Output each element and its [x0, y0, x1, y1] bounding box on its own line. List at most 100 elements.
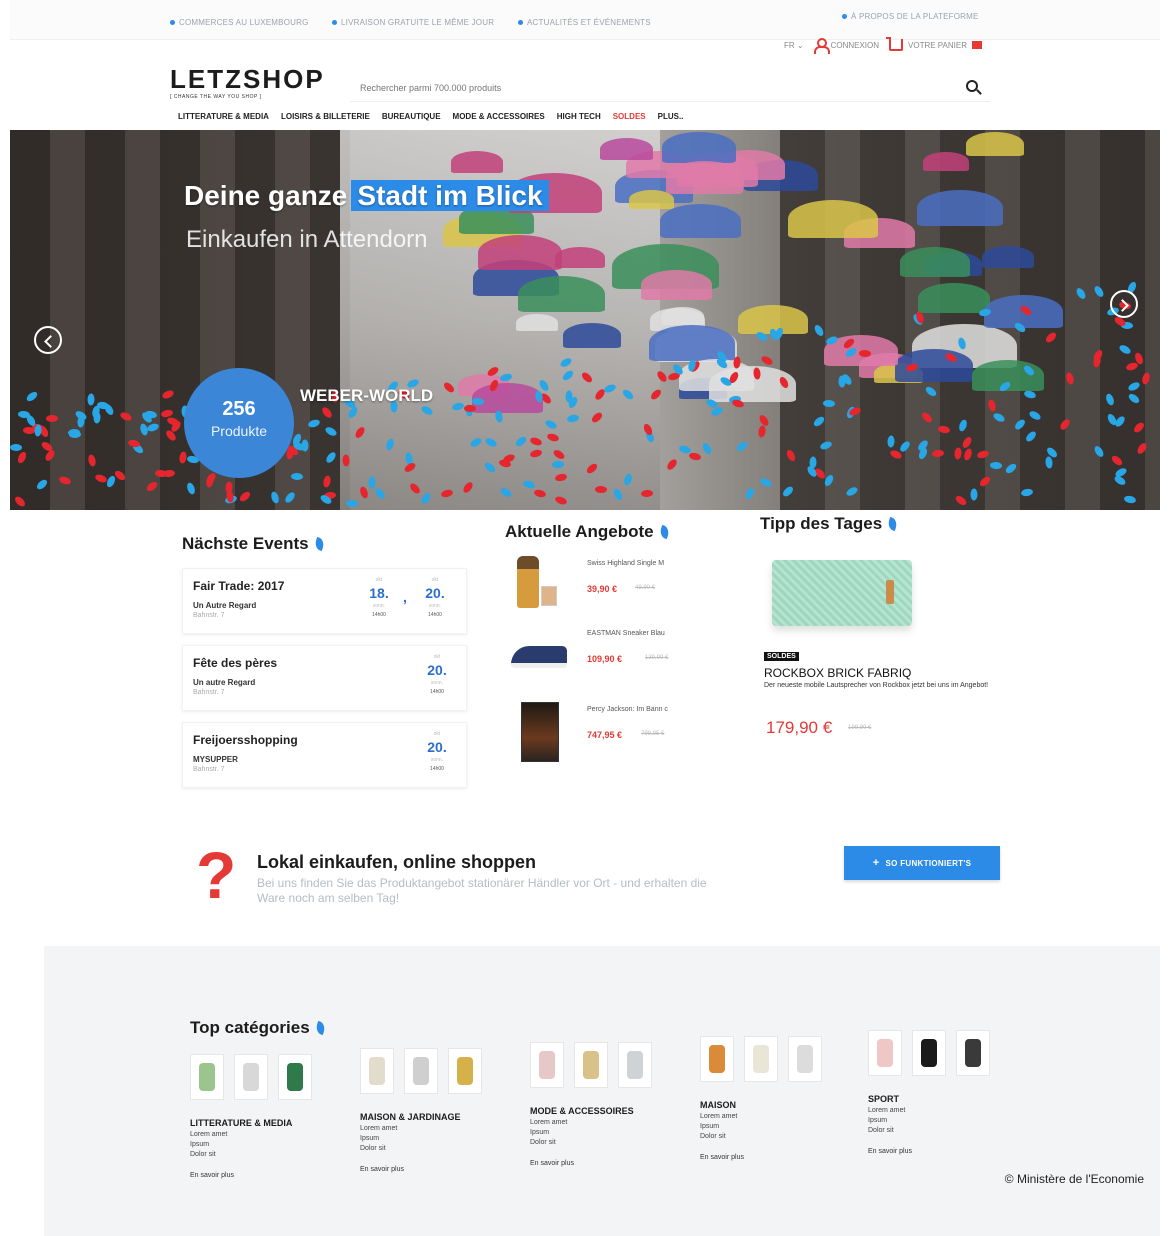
event-card[interactable]: Fair Trade: 2017 Un Autre Regard Bahnstr… — [182, 568, 467, 634]
event-day: 20. — [427, 662, 447, 678]
language-selector[interactable]: FR ⌄ — [784, 41, 804, 50]
event-title: Fête des pères — [193, 656, 278, 670]
nav-item-high-tech[interactable]: HIGH TECH — [557, 112, 601, 121]
hero-next-arrow-icon[interactable] — [1110, 290, 1138, 318]
offer-item[interactable]: EASTMAN Sneaker Blau 109,90 € 139,90 € — [505, 624, 725, 688]
category-line[interactable]: Dolor sit — [190, 1151, 340, 1158]
glass-icon — [541, 586, 557, 606]
offer-image-whisky — [509, 556, 565, 612]
category-images — [190, 1052, 340, 1100]
category-line[interactable]: Ipsum — [190, 1141, 340, 1148]
category-more-link[interactable]: En savoir plus — [190, 1172, 340, 1179]
confetti-dot — [345, 499, 358, 508]
category-more-link[interactable]: En savoir plus — [700, 1154, 850, 1161]
top-link-a-propos[interactable]: À PROPOS DE LA PLATEFORME — [842, 12, 979, 21]
offer-item[interactable]: Swiss Highland Single M 39,90 € 49,90 € — [505, 554, 725, 618]
category-line[interactable]: Lorem amet — [530, 1119, 680, 1126]
category-thumb — [448, 1048, 482, 1094]
confetti-dot — [688, 452, 702, 462]
event-card[interactable]: Fête des pères Un autre Regard Bahnstr. … — [182, 645, 467, 711]
event-card[interactable]: Freijoersshopping MYSUPPER Bahnstr. 7 ok… — [182, 722, 467, 788]
hero-title-part1: Deine ganze — [184, 180, 348, 211]
top-link-label: ACTUALITÉS ET ÉVÉNEMENTS — [527, 18, 651, 27]
category-line[interactable]: Lorem amet — [868, 1107, 1018, 1114]
category-line[interactable]: Dolor sit — [530, 1139, 680, 1146]
nav-item-loisirs[interactable]: LOISIRS & BILLETERIE — [281, 112, 370, 121]
category-sport[interactable]: SPORT Lorem amet Ipsum Dolor sit En savo… — [868, 1028, 1018, 1155]
event-day: 20. — [425, 585, 445, 601]
top-link-actualites[interactable]: ACTUALITÉS ET ÉVÉNEMENTS — [518, 18, 651, 27]
sale-badge: SOLDES — [764, 652, 799, 661]
nav-item-mode[interactable]: MODE & ACCESSOIRES — [453, 112, 545, 121]
umbrella-shape — [518, 275, 606, 313]
shop-name[interactable]: WEBER-WORLD — [300, 386, 433, 406]
category-line[interactable]: Ipsum — [868, 1117, 1018, 1124]
category-title: MAISON — [700, 1100, 736, 1110]
category-line[interactable]: Lorem amet — [700, 1113, 850, 1120]
shop-product-count: 256 — [222, 398, 256, 420]
search-icon[interactable] — [966, 80, 978, 92]
nav-item-bureautique[interactable]: BUREAUTIQUE — [382, 112, 441, 121]
login-link[interactable]: CONNEXION — [813, 38, 879, 54]
shoe-icon — [511, 646, 567, 668]
category-line[interactable]: Ipsum — [360, 1135, 510, 1142]
how-it-works-button[interactable]: + SO FUNKTIONIERT'S — [844, 846, 1000, 880]
cart-link[interactable]: VOTRE PANIER — [886, 37, 982, 51]
category-line[interactable]: Dolor sit — [360, 1145, 510, 1152]
page: COMMERCES AU LUXEMBOURG LIVRAISON GRATUI… — [10, 0, 1160, 1236]
confetti-dot — [858, 349, 871, 357]
category-maison[interactable]: MAISON Lorem amet Ipsum Dolor sit En sav… — [700, 1034, 850, 1161]
confetti-dot — [665, 457, 679, 472]
hero-subtitle: Einkaufen in Attendorn — [186, 226, 428, 253]
category-more-link[interactable]: En savoir plus — [530, 1160, 680, 1167]
bottle-icon — [517, 556, 539, 608]
category-mode-accessoires[interactable]: MODE & ACCESSOIRES Lorem amet Ipsum Dolo… — [530, 1040, 680, 1167]
category-line[interactable]: Dolor sit — [868, 1127, 1018, 1134]
category-line[interactable]: Lorem amet — [190, 1131, 340, 1138]
offer-item[interactable]: Percy Jackson: Im Bann c 747,95 € 799,95… — [505, 700, 725, 764]
confetti-dot — [760, 354, 775, 367]
category-thumb — [404, 1048, 438, 1094]
category-more-link[interactable]: En savoir plus — [360, 1166, 510, 1173]
category-litterature[interactable]: LITTERATURE & MEDIA Lorem amet Ipsum Dol… — [190, 1052, 340, 1179]
offer-image-sneaker — [509, 626, 567, 682]
event-day: 18. — [369, 585, 389, 601]
category-thumb — [788, 1036, 822, 1082]
umbrella-shape — [478, 234, 563, 271]
category-line[interactable]: Lorem amet — [360, 1125, 510, 1132]
category-line[interactable]: Ipsum — [700, 1123, 850, 1130]
tip-heading-label: Tipp des Tages — [760, 514, 883, 533]
umbrella-shape — [562, 323, 622, 348]
umbrella-shape — [660, 203, 742, 239]
top-link-commerces[interactable]: COMMERCES AU LUXEMBOURG — [170, 18, 309, 27]
category-line[interactable]: Dolor sit — [700, 1133, 850, 1140]
cart-flag-icon — [972, 41, 982, 49]
leaf-icon — [313, 1020, 327, 1036]
nav-item-litterature[interactable]: LITTERATURE & MEDIA — [178, 112, 269, 121]
bullet-icon — [842, 14, 847, 19]
category-more-link[interactable]: En savoir plus — [868, 1148, 1018, 1155]
umbrella-shape — [923, 151, 969, 171]
event-title: Fair Trade: 2017 — [193, 579, 285, 593]
offers-heading-label: Aktuelle Angebote — [505, 522, 654, 541]
hero-prev-arrow-icon[interactable] — [34, 326, 62, 354]
category-title: SPORT — [868, 1094, 900, 1104]
category-images — [360, 1046, 510, 1094]
offer-name: Percy Jackson: Im Bann c — [587, 706, 668, 713]
category-thumb — [234, 1054, 268, 1100]
category-thumb — [868, 1030, 902, 1076]
nav-item-soldes[interactable]: SOLDES — [613, 112, 646, 121]
tip-product-description: Der neueste mobile Lautsprecher von Rock… — [764, 682, 989, 689]
logo[interactable]: LETZSHOP [ CHANGE THE WAY YOU SHOP ] — [170, 66, 325, 100]
event-weekday: sonn. — [430, 680, 444, 686]
search-input[interactable] — [350, 82, 950, 93]
tip-product-image[interactable] — [772, 560, 912, 626]
tip-product-name[interactable]: ROCKBOX BRICK FABRIQ — [764, 666, 911, 680]
category-line[interactable]: Ipsum — [530, 1129, 680, 1136]
category-maison-jardinage[interactable]: MAISON & JARDINAGE Lorem amet Ipsum Dolo… — [360, 1046, 510, 1173]
shop-product-badge[interactable]: 256 Produkte — [184, 368, 294, 478]
nav-item-plus[interactable]: PLUS.. — [658, 112, 684, 121]
confetti-dot — [970, 488, 978, 501]
cart-icon — [886, 37, 904, 51]
top-link-livraison[interactable]: LIVRAISON GRATUITE LE MÊME JOUR — [332, 18, 494, 27]
